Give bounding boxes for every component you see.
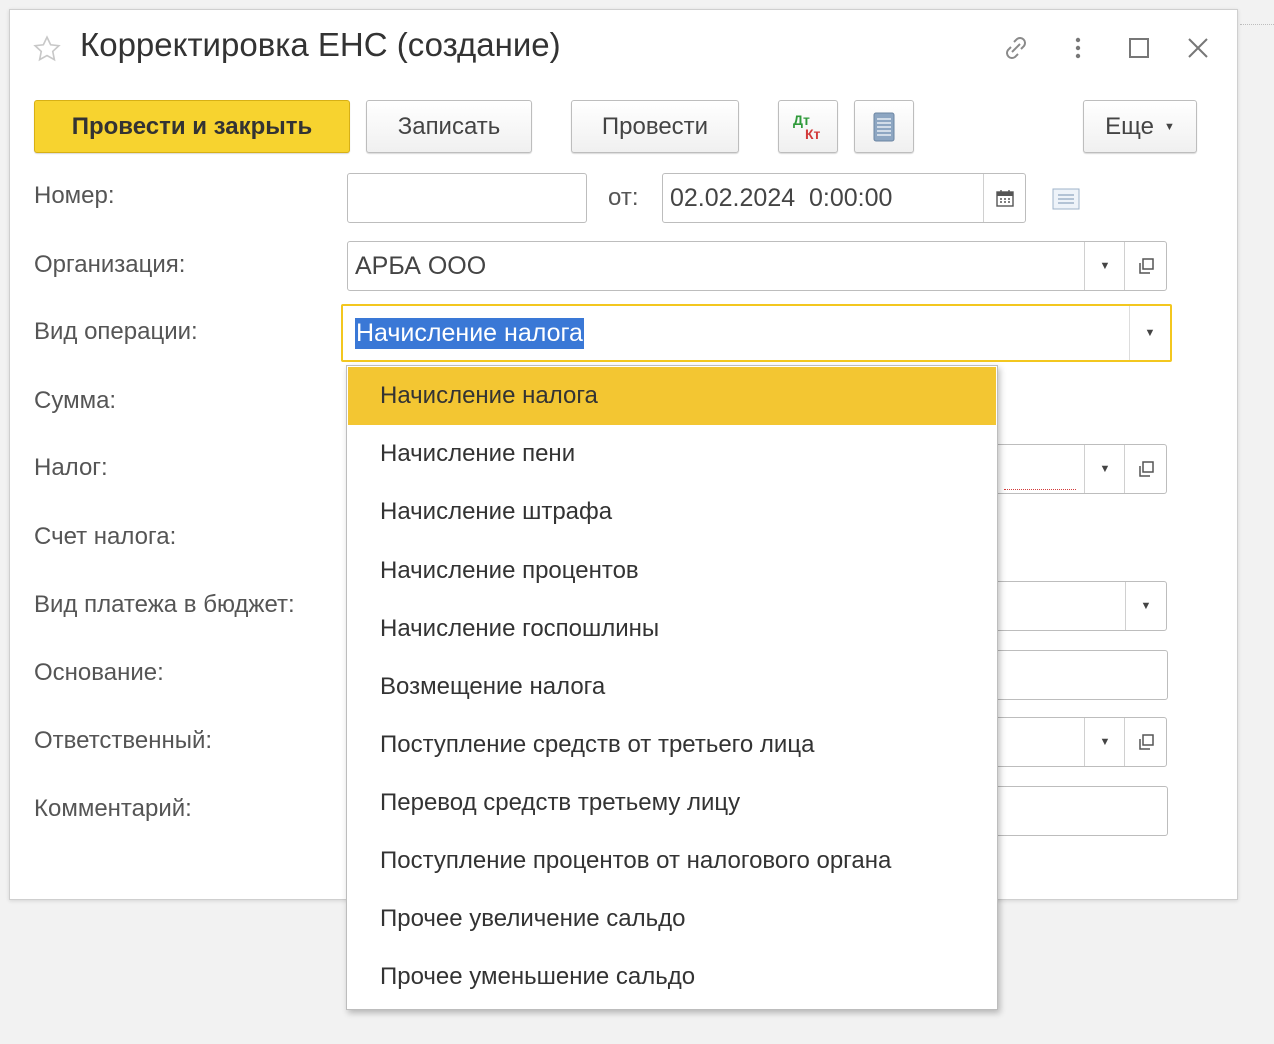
background-divider	[1240, 24, 1274, 25]
operation-type-dropdown-list: Начисление налога Начисление пени Начислен…	[346, 365, 998, 1010]
payment-type-label: Вид платежа в бюджет:	[34, 591, 295, 618]
document-structure-icon[interactable]	[1052, 188, 1080, 210]
list-report-icon	[873, 112, 895, 141]
operation-type-select[interactable]: Начисление налога ▼	[341, 304, 1172, 362]
dropdown-option[interactable]: Начисление штрафа	[348, 483, 996, 541]
payment-type-dropdown-button[interactable]: ▼	[1125, 582, 1166, 630]
chevron-down-icon: ▼	[1163, 120, 1175, 133]
number-label: Номер:	[34, 182, 115, 209]
maximize-icon[interactable]	[1123, 32, 1155, 64]
favorite-star-icon[interactable]	[32, 34, 62, 64]
tax-required-underline	[1004, 489, 1076, 490]
date-from-label: от:	[608, 184, 639, 211]
calendar-button[interactable]	[983, 174, 1025, 222]
date-input[interactable]: 02.02.2024 0:00:00	[662, 173, 1026, 223]
more-vertical-icon[interactable]	[1062, 32, 1094, 64]
open-window-icon	[1138, 461, 1154, 477]
organization-value: АРБА ООО	[355, 251, 487, 280]
responsible-label: Ответственный:	[34, 727, 213, 754]
tax-account-label: Счет налога:	[34, 523, 177, 550]
comment-label: Комментарий:	[34, 795, 192, 822]
dropdown-option[interactable]: Перевод средств третьему лицу	[348, 774, 996, 832]
organization-label: Организация:	[34, 251, 186, 278]
dropdown-option[interactable]: Начисление налога	[348, 367, 996, 425]
chevron-down-icon: ▼	[1144, 327, 1156, 339]
date-value: 02.02.2024 0:00:00	[670, 183, 893, 212]
number-input[interactable]	[347, 173, 587, 223]
responsible-dropdown-button[interactable]: ▼	[1084, 718, 1125, 766]
link-icon[interactable]	[1000, 32, 1032, 64]
operation-type-label: Вид операции:	[34, 318, 198, 345]
chevron-down-icon: ▼	[1099, 736, 1111, 748]
dropdown-option[interactable]: Поступление средств от третьего лица	[348, 716, 996, 774]
window-title: Корректировка ЕНС (создание)	[80, 26, 561, 63]
dt-kt-icon: Дт Кт	[793, 111, 821, 142]
tax-label: Налог:	[34, 454, 108, 481]
open-window-icon	[1138, 734, 1154, 750]
dropdown-option[interactable]: Прочее уменьшение сальдо	[348, 948, 996, 1006]
dropdown-option[interactable]: Поступление процентов от налогового орга…	[348, 832, 996, 890]
dropdown-option[interactable]: Начисление госпошлины	[348, 600, 996, 658]
operation-type-value: Начисление налога	[355, 317, 584, 349]
basis-label: Основание:	[34, 659, 164, 686]
report-list-button[interactable]	[854, 100, 914, 153]
dropdown-option[interactable]: Начисление пени	[348, 425, 996, 483]
tax-dropdown-button[interactable]: ▼	[1084, 445, 1125, 493]
organization-open-button[interactable]	[1124, 242, 1166, 290]
sum-label: Сумма:	[34, 387, 117, 414]
open-window-icon	[1138, 258, 1154, 274]
chevron-down-icon: ▼	[1099, 260, 1111, 272]
responsible-open-button[interactable]	[1124, 718, 1166, 766]
dropdown-option[interactable]: Начисление процентов	[348, 542, 996, 600]
tax-open-button[interactable]	[1124, 445, 1166, 493]
chevron-down-icon: ▼	[1140, 600, 1152, 612]
close-icon[interactable]	[1182, 32, 1214, 64]
save-button[interactable]: Записать	[366, 100, 532, 153]
dt-kt-button[interactable]: Дт Кт	[778, 100, 838, 153]
organization-dropdown-button[interactable]: ▼	[1084, 242, 1125, 290]
post-and-close-button[interactable]: Провести и закрыть	[34, 100, 350, 153]
chevron-down-icon: ▼	[1099, 463, 1111, 475]
operation-type-dropdown-button[interactable]: ▼	[1129, 306, 1170, 360]
organization-input[interactable]: АРБА ООО ▼	[347, 241, 1167, 291]
calendar-icon	[995, 190, 1014, 207]
more-button[interactable]: Еще ▼	[1083, 100, 1197, 153]
dropdown-option[interactable]: Возмещение налога	[348, 658, 996, 716]
dropdown-option[interactable]: Прочее увеличение сальдо	[348, 890, 996, 948]
post-button[interactable]: Провести	[571, 100, 739, 153]
